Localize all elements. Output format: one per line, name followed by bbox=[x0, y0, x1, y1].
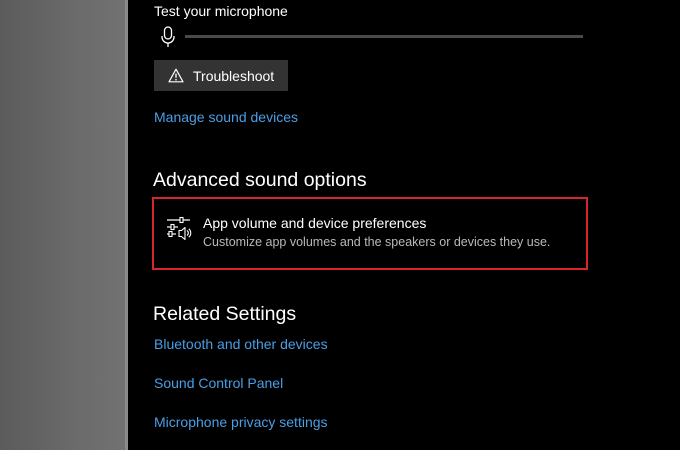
app-volume-preferences-title: App volume and device preferences bbox=[203, 215, 427, 231]
app-volume-preferences-item[interactable]: App volume and device preferences Custom… bbox=[164, 213, 584, 255]
highlight-box: App volume and device preferences Custom… bbox=[152, 197, 588, 270]
navigation-pane bbox=[0, 0, 128, 450]
app-volume-preferences-description: Customize app volumes and the speakers o… bbox=[203, 235, 551, 249]
troubleshoot-label: Troubleshoot bbox=[193, 67, 275, 84]
microphone-privacy-link[interactable]: Microphone privacy settings bbox=[154, 414, 328, 430]
advanced-sound-options-heading: Advanced sound options bbox=[153, 169, 367, 191]
sound-settings-content: Test your microphone Troubleshoot Manage… bbox=[131, 0, 680, 450]
sound-control-panel-link[interactable]: Sound Control Panel bbox=[154, 375, 283, 391]
troubleshoot-button[interactable]: Troubleshoot bbox=[154, 60, 288, 91]
app-volume-sliders-icon bbox=[167, 216, 192, 241]
microphone-icon bbox=[161, 26, 175, 47]
bluetooth-devices-link[interactable]: Bluetooth and other devices bbox=[154, 336, 328, 352]
microphone-level-meter bbox=[185, 35, 583, 38]
related-settings-heading: Related Settings bbox=[153, 303, 297, 325]
warning-icon bbox=[168, 68, 184, 83]
microphone-test-label: Test your microphone bbox=[154, 3, 288, 19]
manage-sound-devices-link[interactable]: Manage sound devices bbox=[154, 109, 298, 125]
settings-window: Test your microphone Troubleshoot Manage… bbox=[0, 0, 680, 450]
